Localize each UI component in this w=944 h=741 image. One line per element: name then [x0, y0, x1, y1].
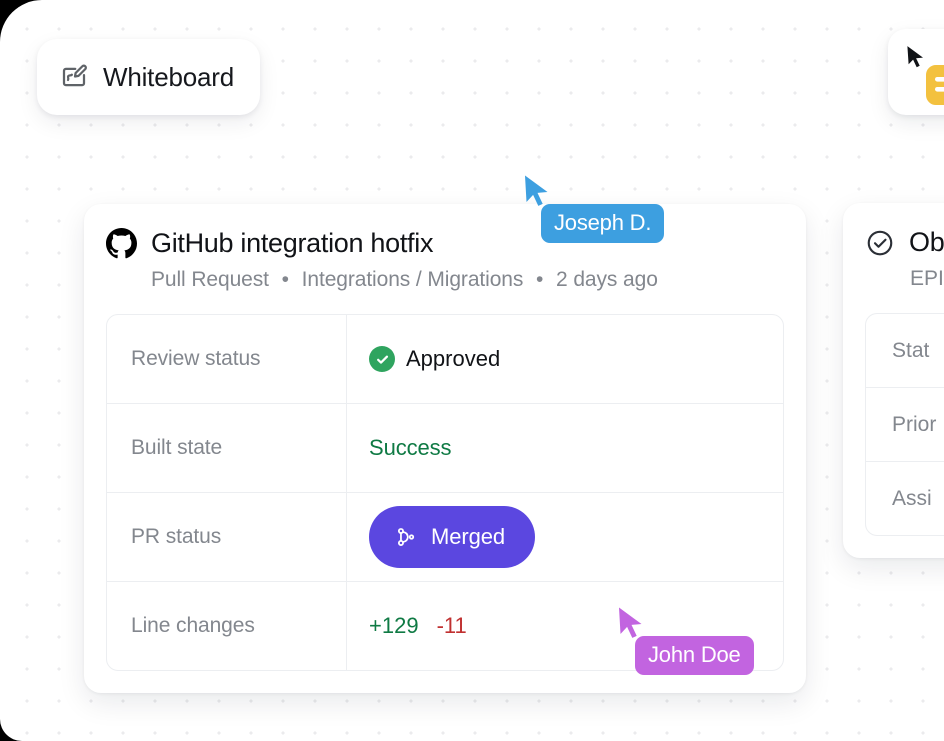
check-circle-icon — [369, 346, 395, 372]
meta-separator-1: • — [281, 268, 289, 291]
pull-request-title-row: GitHub integration hotfix — [106, 228, 780, 259]
sticky-note-card[interactable] — [888, 29, 944, 115]
row-value-built-state: Success — [347, 404, 783, 492]
breadcrumb: Pull Request • Integrations / Migrations… — [151, 268, 780, 292]
row-value-review-status: Approved — [347, 315, 783, 403]
objective-title: Ob — [909, 227, 944, 257]
line-deletions: -11 — [436, 613, 467, 638]
table-row: Review status Approved — [107, 315, 783, 404]
table-row: Assi — [892, 486, 932, 510]
pr-type: Pull Request — [151, 268, 269, 291]
cursor-label: John Doe — [635, 636, 754, 676]
objective-subtitle: EPI — [910, 267, 944, 290]
table-row: PR status Merged — [107, 493, 783, 582]
whiteboard-label: Whiteboard — [103, 61, 234, 92]
collaborator-cursor-john: John Doe — [617, 606, 754, 676]
objective-title-row: Ob — [865, 227, 944, 258]
sticky-note-icon — [924, 63, 944, 107]
row-label-pr-status: PR status — [107, 493, 347, 581]
table-row: Prior — [866, 388, 944, 462]
table-row: Stat — [866, 314, 944, 388]
check-circle-outline-icon — [865, 228, 895, 258]
row-label-review-status: Review status — [107, 315, 347, 403]
review-status-text: Approved — [406, 346, 501, 371]
merged-status-button[interactable]: Merged — [369, 506, 535, 568]
whiteboard-chip[interactable]: Whiteboard — [37, 39, 260, 115]
built-state-text: Success — [369, 435, 452, 460]
pr-updated: 2 days ago — [556, 268, 658, 291]
row-value-pr-status: Merged — [347, 493, 783, 581]
github-icon — [106, 228, 137, 259]
collaborator-cursor-joseph: Joseph D. — [523, 174, 665, 244]
table-row: Built state Success — [107, 404, 783, 493]
row-label-line-changes: Line changes — [107, 582, 347, 670]
objective-header: Ob EPI — [843, 203, 944, 291]
meta-separator-2: • — [536, 268, 544, 291]
objective-card[interactable]: Ob EPI Stat Prior Assi — [843, 203, 944, 558]
whiteboard-pen-icon — [59, 62, 89, 92]
cursor-arrow-icon — [906, 45, 925, 70]
pull-request-header: GitHub integration hotfix Pull Request •… — [84, 204, 806, 292]
objective-details-table: Stat Prior Assi — [865, 313, 944, 536]
row-label-built-state: Built state — [107, 404, 347, 492]
cursor-label: Joseph D. — [541, 204, 665, 244]
line-additions: +129 — [369, 613, 419, 638]
merged-button-label: Merged — [431, 524, 505, 549]
pr-project: Integrations / Migrations — [301, 268, 524, 291]
page-title: GitHub integration hotfix — [151, 228, 434, 258]
whiteboard-canvas[interactable]: Whiteboard GitHub integration hotfix Pul… — [0, 0, 944, 741]
git-merge-icon — [395, 526, 417, 548]
